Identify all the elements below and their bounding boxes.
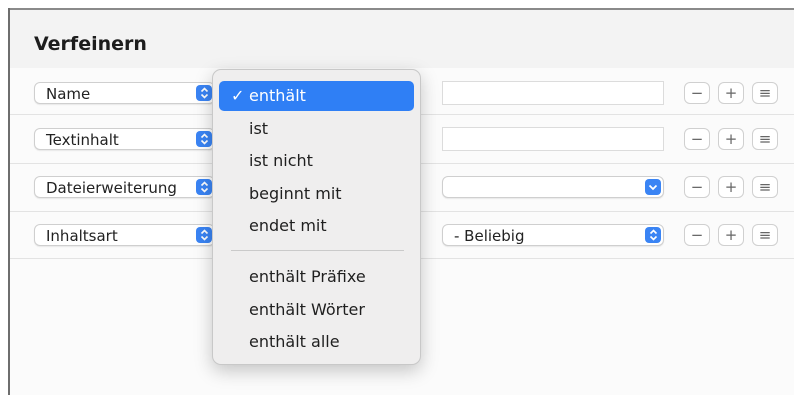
- plus-icon: +: [724, 130, 738, 148]
- more-options-button[interactable]: ≡: [752, 224, 778, 246]
- more-icon: ≡: [758, 226, 772, 244]
- minus-icon: −: [690, 130, 704, 148]
- add-row-button[interactable]: +: [718, 128, 744, 150]
- minus-icon: −: [690, 178, 704, 196]
- more-options-button[interactable]: ≡: [752, 176, 778, 198]
- attribute-popup-inhaltsart[interactable]: Inhaltsart: [34, 224, 215, 246]
- attribute-popup-dateierweiterung[interactable]: Dateierweiterung: [34, 176, 215, 198]
- menu-item-beginnt-mit[interactable]: beginnt mit: [219, 179, 414, 209]
- plus-icon: +: [724, 178, 738, 196]
- operator-dropdown-menu: ✓ enthält ist ist nicht beginnt mit ende…: [212, 69, 421, 365]
- menu-item-ist-nicht[interactable]: ist nicht: [219, 146, 414, 176]
- more-icon: ≡: [758, 178, 772, 196]
- menu-item-ist[interactable]: ist: [219, 114, 414, 144]
- more-options-button[interactable]: ≡: [752, 82, 778, 104]
- minus-icon: −: [690, 84, 704, 102]
- chevron-updown-icon: [196, 227, 212, 243]
- add-row-button[interactable]: +: [718, 224, 744, 246]
- menu-item-endet-mit[interactable]: endet mit: [219, 211, 414, 241]
- plus-icon: +: [724, 226, 738, 244]
- menu-separator: [231, 250, 404, 251]
- content-type-value-popup[interactable]: - Beliebig: [442, 224, 664, 246]
- attribute-popup-textinhalt[interactable]: Textinhalt: [34, 128, 215, 150]
- remove-row-button[interactable]: −: [684, 128, 710, 150]
- remove-row-button[interactable]: −: [684, 176, 710, 198]
- value-field[interactable]: [442, 127, 664, 151]
- menu-item-enthaelt-praefixe[interactable]: enthält Präfixe: [219, 262, 414, 292]
- menu-item-enthaelt[interactable]: ✓ enthält: [219, 81, 414, 111]
- remove-row-button[interactable]: −: [684, 82, 710, 104]
- menu-item-enthaelt-woerter[interactable]: enthält Wörter: [219, 295, 414, 325]
- extension-value-popup[interactable]: [442, 176, 664, 198]
- value-label: - Beliebig: [454, 227, 525, 245]
- checkmark-icon: ✓: [231, 86, 245, 105]
- attribute-popup-name[interactable]: Name: [34, 82, 215, 104]
- add-row-button[interactable]: +: [718, 176, 744, 198]
- chevron-updown-icon: [645, 227, 661, 243]
- attribute-label: Dateierweiterung: [46, 179, 177, 197]
- frame-top: [8, 8, 794, 10]
- chevron-updown-icon: [196, 131, 212, 147]
- more-options-button[interactable]: ≡: [752, 128, 778, 150]
- chevron-down-icon: [645, 179, 661, 195]
- chevron-updown-icon: [196, 179, 212, 195]
- menu-item-enthaelt-alle[interactable]: enthält alle: [219, 327, 414, 357]
- more-icon: ≡: [758, 84, 772, 102]
- attribute-label: Name: [46, 85, 91, 103]
- attribute-label: Inhaltsart: [46, 227, 118, 245]
- add-row-button[interactable]: +: [718, 82, 744, 104]
- page-title: Verfeinern: [34, 33, 147, 55]
- minus-icon: −: [690, 226, 704, 244]
- chevron-updown-icon: [196, 85, 212, 101]
- plus-icon: +: [724, 84, 738, 102]
- attribute-label: Textinhalt: [46, 131, 119, 149]
- frame-left: [8, 8, 10, 395]
- value-field[interactable]: [442, 81, 664, 105]
- remove-row-button[interactable]: −: [684, 224, 710, 246]
- more-icon: ≡: [758, 130, 772, 148]
